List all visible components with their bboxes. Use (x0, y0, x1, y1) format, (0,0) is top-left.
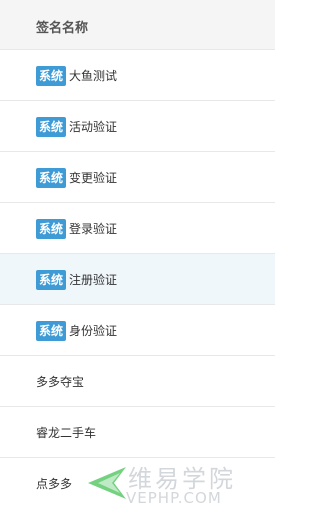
table-row[interactable]: 系统 变更验证 (0, 152, 275, 203)
signature-cell: 系统 注册验证 (36, 270, 117, 290)
logo-arrow-icon (88, 467, 126, 499)
system-badge: 系统 (36, 321, 67, 341)
signature-cell: 多多夺宝 (36, 372, 84, 392)
signature-cell: 睿龙二手车 (36, 423, 96, 443)
signature-cell: 系统 登录验证 (36, 219, 117, 239)
signature-name: 大鱼测试 (69, 69, 118, 83)
signature-cell: 系统 大鱼测试 (36, 66, 117, 86)
table-row[interactable]: 系统 活动验证 (0, 101, 275, 152)
signature-name: 注册验证 (69, 273, 118, 287)
signature-name: 睿龙二手车 (36, 426, 97, 440)
table-row[interactable]: 多多夺宝 (0, 356, 275, 407)
system-badge: 系统 (36, 117, 67, 137)
table-row[interactable]: 睿龙二手车 (0, 407, 275, 458)
system-badge: 系统 (36, 168, 67, 188)
signature-name: 多多夺宝 (36, 375, 85, 389)
signature-table: 签名名称 系统 大鱼测试 系统 活动验证 系统 变更验证 系统 登录验证 系统 … (0, 0, 275, 515)
signature-name: 活动验证 (69, 120, 118, 134)
table-row[interactable]: 系统 身份验证 (0, 305, 275, 356)
table-header: 签名名称 (0, 0, 275, 50)
table-row[interactable]: 系统 大鱼测试 (0, 50, 275, 101)
signature-name: 登录验证 (69, 222, 118, 236)
signature-cell: 系统 变更验证 (36, 168, 117, 188)
signature-name: 身份验证 (69, 324, 118, 338)
signature-cell: 系统 活动验证 (36, 117, 117, 137)
signature-name: 点多多 (36, 477, 73, 491)
signature-cell: 系统 身份验证 (36, 321, 117, 341)
signature-name: 变更验证 (69, 171, 118, 185)
system-badge: 系统 (36, 219, 67, 239)
table-row[interactable]: 系统 登录验证 (0, 203, 275, 254)
system-badge: 系统 (36, 270, 67, 290)
watermark-english-text: VEPHP.COM (126, 489, 222, 507)
watermark-logo: 维易学院 VEPHP.COM (86, 459, 261, 507)
column-header-signature-name: 签名名称 (36, 21, 89, 36)
table-row-hovered[interactable]: 系统 注册验证 (0, 254, 275, 305)
signature-cell: 点多多 (36, 474, 72, 494)
system-badge: 系统 (36, 66, 67, 86)
